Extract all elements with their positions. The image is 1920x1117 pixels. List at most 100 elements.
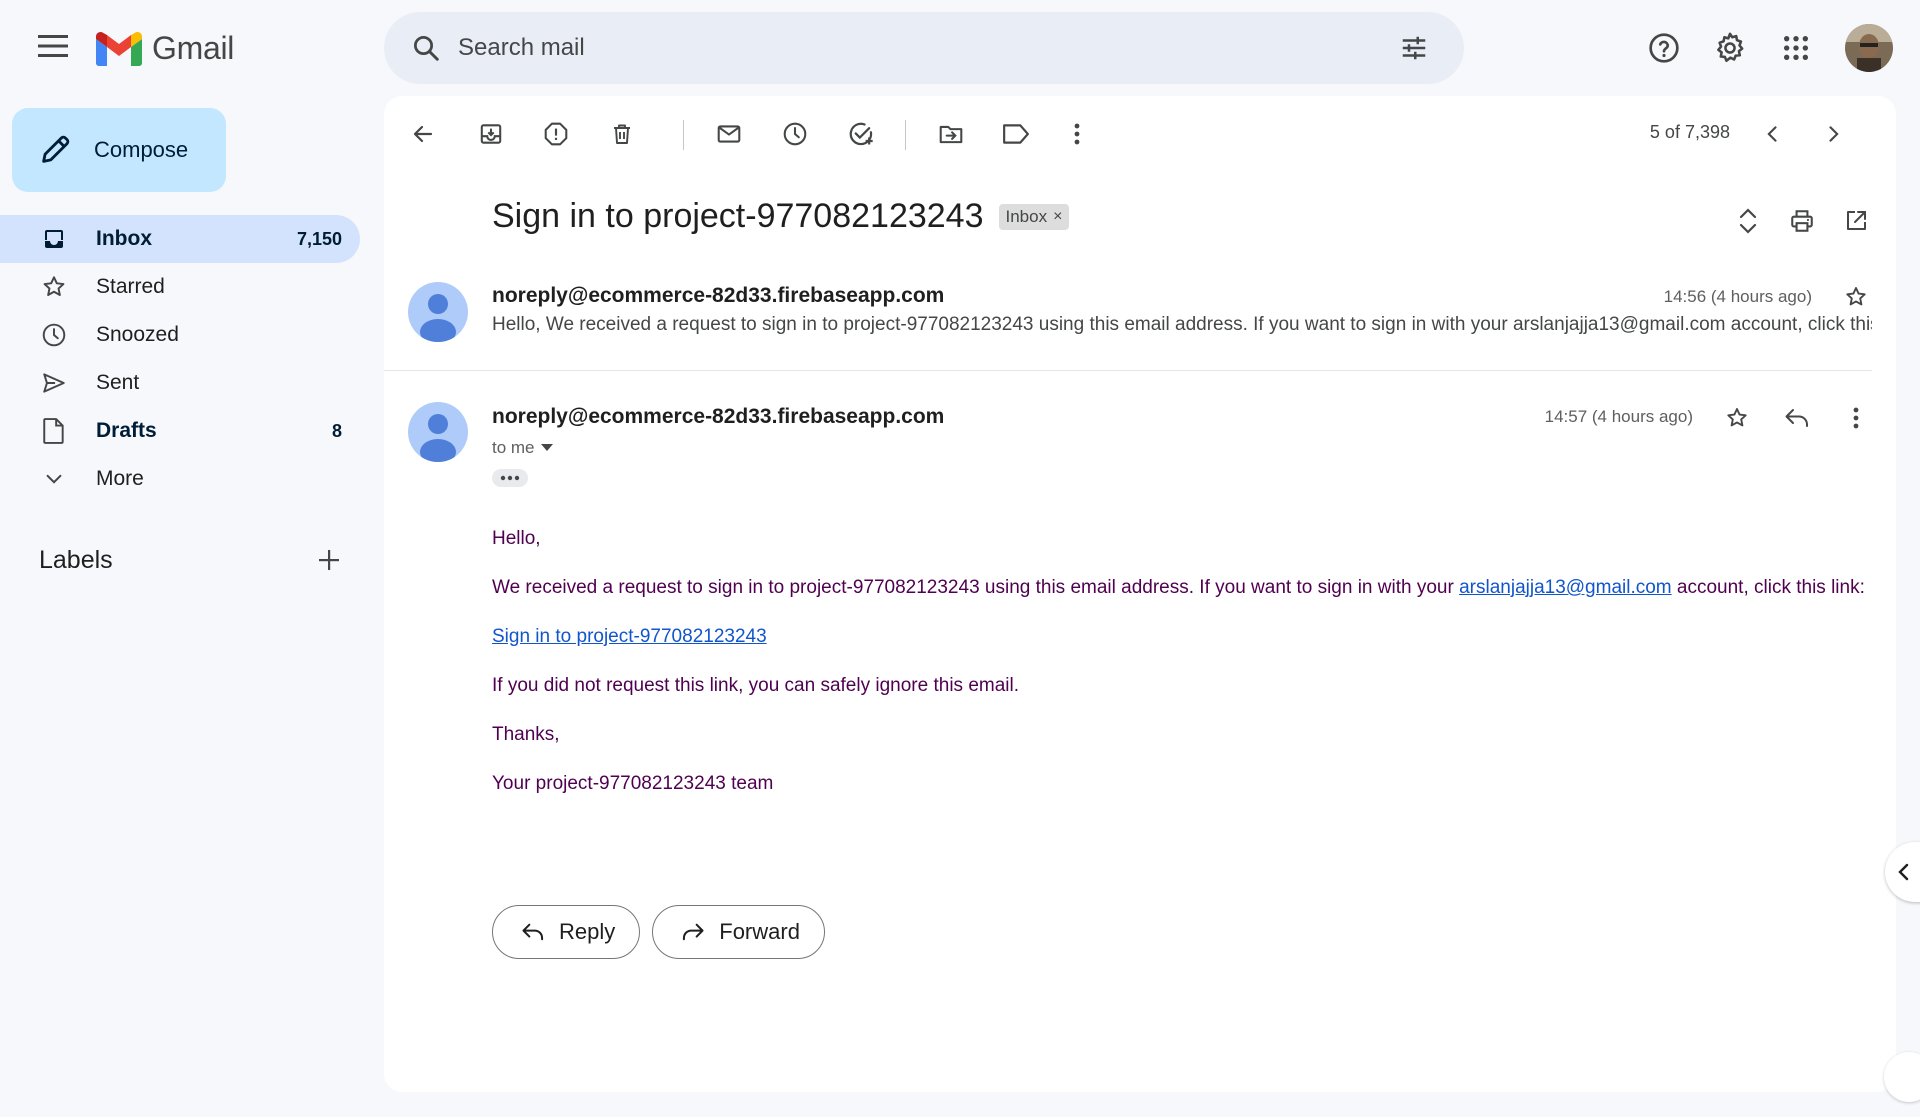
- recipient-text: to me: [492, 438, 535, 457]
- email-link[interactable]: arslanjajja13@gmail.com: [1459, 577, 1672, 598]
- search-bar[interactable]: [384, 12, 1464, 84]
- thread-subject-row: Sign in to project-977082123243 Inbox ×: [492, 197, 1070, 236]
- sidebar-item-drafts[interactable]: Drafts 8: [0, 407, 360, 455]
- sidebar-item-label: Snoozed: [96, 323, 179, 346]
- forward-label: Forward: [719, 919, 800, 944]
- open-new-window-icon[interactable]: [1834, 199, 1878, 243]
- body-thanks: Thanks,: [492, 724, 560, 745]
- label-icon[interactable]: [994, 112, 1038, 156]
- forward-icon: [683, 923, 704, 941]
- message-time: 14:57 (4 hours ago): [1544, 407, 1693, 426]
- labels-heading: Labels: [39, 545, 113, 574]
- gmail-m-icon: [96, 31, 142, 66]
- gmail-logo[interactable]: Gmail: [96, 30, 234, 67]
- unread-count: 7,150: [296, 228, 342, 249]
- sidebar-item-label: Starred: [96, 275, 165, 298]
- chevron-right-icon[interactable]: [1811, 112, 1855, 156]
- body-paragraph: If you did not request this link, you ca…: [492, 675, 1019, 696]
- back-arrow-icon[interactable]: [401, 112, 445, 156]
- chevron-left-icon[interactable]: [1751, 112, 1795, 156]
- help-icon[interactable]: [1640, 24, 1688, 72]
- sidebar-item-label: Inbox: [96, 227, 152, 250]
- sender-avatar[interactable]: [408, 282, 468, 342]
- reply-actions: Reply Forward: [492, 905, 825, 959]
- remove-label-icon[interactable]: ×: [1053, 208, 1062, 226]
- hamburger-icon: [38, 35, 68, 57]
- body-paragraph: Sign in to project-977082123243: [492, 622, 1872, 651]
- show-trimmed-content-button[interactable]: [492, 469, 528, 487]
- label-chip-text: Inbox: [1005, 206, 1048, 226]
- sidebar-item-label: Sent: [96, 371, 140, 394]
- sidebar-item-starred[interactable]: Starred: [0, 263, 360, 311]
- message-body: Hello, We received a request to sign in …: [492, 524, 1872, 818]
- sidebar-item-sent[interactable]: Sent: [0, 359, 360, 407]
- main-menu-button[interactable]: [29, 22, 77, 70]
- compose-button[interactable]: Compose: [12, 108, 226, 192]
- sender-name[interactable]: noreply@ecommerce-82d33.firebaseapp.com: [492, 405, 944, 429]
- body-text: We received a request to sign in to proj…: [492, 577, 1460, 598]
- settings-gear-icon[interactable]: [1706, 24, 1754, 72]
- app-name: Gmail: [152, 30, 235, 66]
- archive-icon[interactable]: [469, 112, 513, 156]
- toolbar-divider: [905, 120, 906, 150]
- body-greeting: Hello,: [492, 528, 541, 549]
- message-view: 5 of 7,398 Sign in to project-9770821232…: [384, 96, 1896, 1092]
- forward-button[interactable]: Forward: [652, 905, 825, 959]
- add-to-tasks-icon[interactable]: [839, 112, 883, 156]
- star-icon[interactable]: [1715, 396, 1759, 440]
- recipient-details-toggle[interactable]: to me: [492, 438, 553, 458]
- message-snippet[interactable]: Hello, We received a request to sign in …: [492, 314, 1872, 336]
- labels-section: Labels: [39, 540, 349, 580]
- body-paragraph: We received a request to sign in to proj…: [492, 573, 1872, 602]
- sidebar-item-snoozed[interactable]: Snoozed: [0, 311, 360, 359]
- more-vert-icon[interactable]: [1055, 112, 1099, 156]
- sidebar-nav: Inbox 7,150 Starred Snoozed Sent Drafts …: [0, 215, 360, 503]
- sidebar-item-label: Drafts: [96, 419, 157, 442]
- floating-panel-handle[interactable]: [1884, 1052, 1920, 1102]
- body-signature: Your project-977082123243 team: [492, 773, 774, 794]
- reply-icon[interactable]: [1775, 396, 1819, 440]
- more-vert-icon[interactable]: [1834, 396, 1878, 440]
- signin-link[interactable]: Sign in to project-977082123243: [492, 626, 767, 647]
- sidebar-item-label: More: [96, 467, 144, 490]
- more-horiz-icon: [500, 475, 520, 481]
- caret-down-icon: [540, 444, 553, 451]
- account-avatar[interactable]: [1845, 24, 1893, 72]
- message-time: 14:56 (4 hours ago): [1663, 287, 1812, 306]
- drafts-count: 8: [331, 420, 342, 441]
- sidebar-item-more[interactable]: More: [0, 455, 360, 503]
- search-input[interactable]: [458, 34, 1390, 62]
- message-divider: [384, 370, 1872, 371]
- print-icon[interactable]: [1780, 199, 1824, 243]
- google-apps-icon[interactable]: [1772, 24, 1820, 72]
- mark-unread-icon[interactable]: [707, 112, 751, 156]
- reply-button[interactable]: Reply: [492, 905, 641, 959]
- move-to-icon[interactable]: [929, 112, 973, 156]
- sender-avatar[interactable]: [408, 402, 468, 462]
- clock-icon: [40, 321, 68, 349]
- expand-all-icon[interactable]: [1726, 199, 1770, 243]
- body-text: account, click this link:: [1671, 577, 1865, 598]
- delete-icon[interactable]: [600, 112, 644, 156]
- inbox-icon: [40, 225, 68, 253]
- reply-icon: [522, 923, 544, 941]
- thread-subject: Sign in to project-977082123243: [492, 197, 984, 235]
- compose-label: Compose: [94, 137, 189, 162]
- draft-icon: [40, 417, 68, 445]
- chevron-left-icon: [1898, 863, 1909, 881]
- sender-name[interactable]: noreply@ecommerce-82d33.firebaseapp.com: [492, 284, 944, 308]
- snooze-icon[interactable]: [773, 112, 817, 156]
- reply-label: Reply: [559, 919, 616, 944]
- toolbar-divider: [683, 120, 684, 150]
- search-icon[interactable]: [402, 24, 450, 72]
- star-icon[interactable]: [1834, 275, 1878, 319]
- label-chip-inbox: Inbox ×: [998, 203, 1070, 230]
- message-pager: 5 of 7,398: [1649, 122, 1730, 142]
- send-icon: [40, 369, 68, 397]
- pencil-icon: [42, 135, 70, 163]
- report-spam-icon[interactable]: [534, 112, 578, 156]
- star-icon: [40, 273, 68, 301]
- sidebar-item-inbox[interactable]: Inbox 7,150: [0, 215, 360, 263]
- search-options-icon[interactable]: [1390, 24, 1438, 72]
- add-label-icon[interactable]: [309, 540, 349, 580]
